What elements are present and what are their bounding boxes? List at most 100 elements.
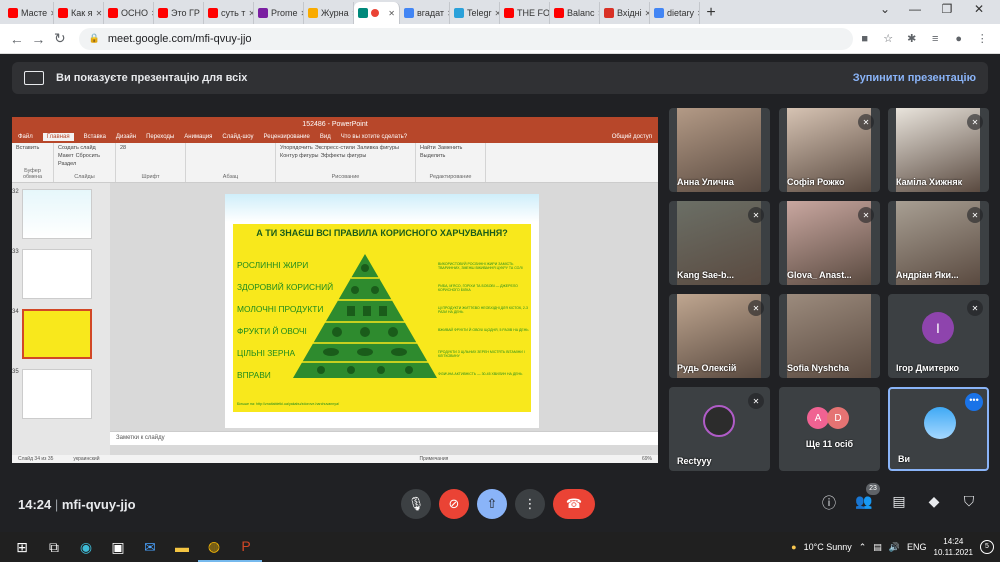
slide-thumbnail[interactable]: 32 (12, 189, 110, 239)
participant-tile[interactable]: Kang Sae-b... ✕ (669, 201, 770, 285)
participant-more-button[interactable]: ••• (965, 393, 983, 411)
new-tab-button[interactable]: + (700, 2, 722, 24)
ribbon-button[interactable]: Выделить (420, 153, 445, 159)
mail-icon[interactable]: ✉ (134, 532, 166, 562)
weather-text[interactable]: 10°C Sunny (804, 542, 852, 552)
end-call-button[interactable]: ☎ (553, 489, 595, 519)
browser-tab[interactable]: Как я ✕ (54, 2, 104, 24)
edge-icon[interactable]: ◉ (70, 532, 102, 562)
present-button[interactable]: ⇧ (477, 489, 507, 519)
camera-off-button[interactable]: ⊘ (439, 489, 469, 519)
people-icon[interactable]: 👥 (853, 493, 875, 515)
media-icon[interactable]: ≡ (923, 33, 947, 45)
ribbon-button[interactable]: Найти (420, 145, 436, 151)
start-icon[interactable]: ⊞ (6, 532, 38, 562)
ribbon-button[interactable]: Создать слайд (58, 145, 96, 151)
browser-tab[interactable]: Журна✕ (304, 2, 354, 24)
ribbon-button[interactable]: Упорядочить (280, 145, 313, 151)
tab-search-icon[interactable]: ⌄ (870, 2, 900, 16)
ppt-menu-item[interactable]: Дизайн (116, 134, 136, 140)
browser-tab[interactable]: dietary✕ (650, 2, 700, 24)
zoom-level[interactable]: 69% (642, 456, 652, 462)
ribbon-button[interactable]: Раздел (58, 161, 76, 167)
ribbon-button[interactable]: Вставить (16, 145, 39, 151)
browser-tab[interactable]: Вхідні✕ (600, 2, 650, 24)
ribbon-button[interactable]: 28 (120, 145, 126, 151)
address-bar[interactable]: 🔒 meet.google.com/mfi-qvuy-jjo (78, 27, 853, 50)
meeting-details-icon[interactable]: ⓘ (818, 493, 840, 515)
extensions-icon[interactable]: ✱ (900, 32, 924, 45)
ppt-menu-item[interactable]: Слайд-шоу (222, 134, 253, 140)
forward-icon[interactable]: → (28, 31, 50, 47)
browser-tab[interactable]: ОСНО✕ (104, 2, 154, 24)
maximize-icon[interactable]: ❐ (932, 2, 962, 16)
browser-tab[interactable]: THE FO✕ (500, 2, 550, 24)
share-button[interactable]: Общий доступ (612, 134, 652, 140)
notes-pane[interactable]: Заметки к слайду (110, 431, 658, 445)
clock[interactable]: 14:24 10.11.2021 (934, 536, 973, 558)
chrome-icon[interactable]: ◍ (198, 532, 230, 562)
powerpoint-icon[interactable]: P (230, 532, 262, 562)
participant-tile[interactable]: A D Ще 11 осіб (779, 387, 880, 471)
ribbon-button[interactable]: Эффекты фигуры (320, 153, 366, 159)
language-indicator[interactable]: ENG (907, 542, 927, 552)
camera-icon[interactable]: ■ (853, 33, 877, 45)
mic-button[interactable]: 🎙 (401, 489, 431, 519)
tab-close-icon[interactable]: ✕ (388, 9, 395, 18)
volume-icon[interactable]: 🔊 (889, 542, 900, 553)
participant-tile[interactable]: Glova_ Anast... ✕ (779, 201, 880, 285)
browser-tab[interactable]: Масте✕ (4, 2, 54, 24)
host-controls-icon[interactable]: ⛉ (958, 493, 980, 515)
browser-tab[interactable]: суть т✕ (204, 2, 254, 24)
reload-icon[interactable]: ↻ (49, 30, 71, 47)
ribbon-button[interactable]: Сбросить (76, 153, 100, 159)
browser-tab[interactable]: вгадат✕ (400, 2, 450, 24)
slide-link[interactable]: Більше на: http://znaitabletki.ua/yakabu… (237, 402, 339, 406)
notification-icon[interactable]: 5 (980, 540, 994, 554)
tray-chevron-icon[interactable]: ⌃ (859, 542, 867, 553)
ppt-menu-item[interactable]: Рецензирование (264, 134, 310, 140)
star-icon[interactable]: ☆ (876, 32, 900, 45)
menu-icon[interactable]: ⋮ (971, 32, 995, 45)
ribbon-button[interactable]: Макет (58, 153, 74, 159)
tab-close-icon[interactable]: ✕ (96, 9, 103, 18)
participant-tile[interactable]: І Ігор Дмитерко ✕ (888, 294, 989, 378)
participant-tile[interactable]: Рудь Олексій ✕ (669, 294, 770, 378)
browser-tab[interactable]: Telegr✕ (450, 2, 500, 24)
notes-toggle[interactable]: Примечания (419, 456, 448, 462)
participant-tile[interactable]: Андріан Яки... ✕ (888, 201, 989, 285)
ppt-menu-item[interactable]: Главная (42, 133, 74, 141)
browser-tab[interactable]: Это ГР✕ (154, 2, 204, 24)
minimize-icon[interactable]: — (900, 2, 930, 16)
ribbon-button[interactable]: Экспресс-стили (315, 145, 355, 151)
more-options-button[interactable]: ⋮ (515, 489, 545, 519)
task-view-icon[interactable]: ⧉ (38, 532, 70, 562)
browser-tab[interactable]: Balanc✕ (550, 2, 600, 24)
network-icon[interactable]: ▤ (873, 542, 882, 553)
participant-tile[interactable]: Rectyyy ✕ (669, 387, 770, 471)
participant-tile[interactable]: Анна Улична (669, 108, 770, 192)
stop-presenting-button[interactable]: Зупинити презентацію (853, 72, 976, 84)
participant-tile[interactable]: ••• Ви (888, 387, 989, 471)
activities-icon[interactable]: ◆ (923, 493, 945, 515)
profile-avatar[interactable]: ● (947, 33, 971, 45)
participant-tile[interactable]: Софія Рожко ✕ (779, 108, 880, 192)
ppt-menu-item[interactable]: Переходы (146, 134, 174, 140)
ribbon-button[interactable]: Заливка фигуры (357, 145, 399, 151)
ppt-menu-item[interactable]: Вставка (84, 134, 106, 140)
ribbon-button[interactable]: Контур фигуры (280, 153, 318, 159)
chat-icon[interactable]: ▤ (888, 493, 910, 515)
ribbon-button[interactable]: Заменить (438, 145, 463, 151)
browser-tab[interactable]: ✕ (354, 2, 400, 24)
participant-tile[interactable]: Sofia Nyshcha (779, 294, 880, 378)
ppt-menu-item[interactable]: Вид (320, 134, 331, 140)
slide-thumbnail[interactable]: 35 (12, 369, 110, 419)
participant-tile[interactable]: Каміла Хижняк ✕ (888, 108, 989, 192)
close-window-icon[interactable]: ✕ (964, 2, 994, 16)
slide-thumbnail[interactable]: 33 (12, 249, 110, 299)
ppt-menu-item[interactable]: Анимация (184, 134, 212, 140)
store-icon[interactable]: ▣ (102, 532, 134, 562)
ppt-menu-item[interactable]: Файл (18, 134, 33, 140)
explorer-icon[interactable]: ▬ (166, 532, 198, 562)
back-icon[interactable]: ← (6, 31, 28, 47)
